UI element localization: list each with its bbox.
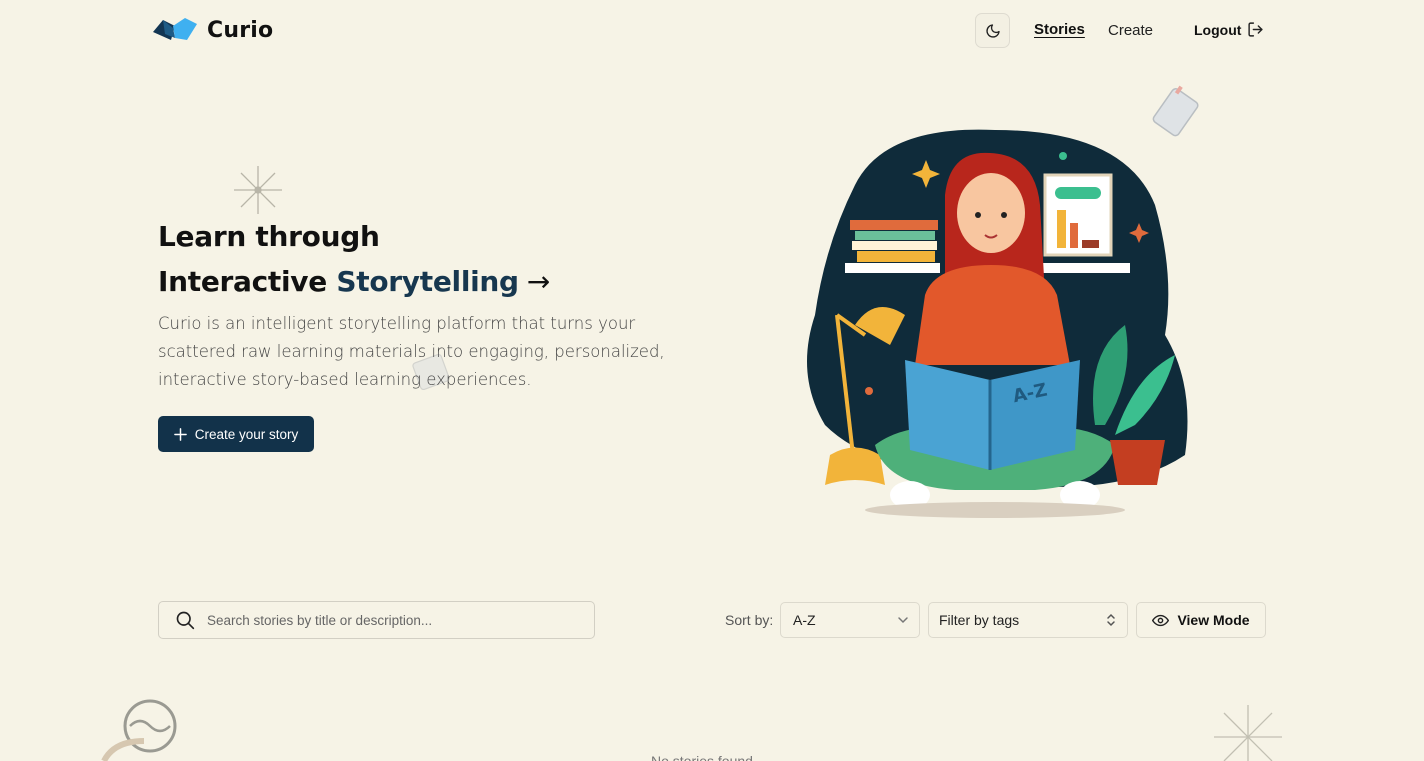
sort-label: Sort by: [725, 612, 774, 628]
create-story-button[interactable]: Create your story [158, 416, 314, 452]
arrow-right-icon: → [526, 265, 550, 298]
hero-title-accent: Storytelling [336, 265, 519, 298]
moon-icon [985, 23, 1000, 38]
hero-title-line2: Interactive Storytelling → [158, 259, 550, 304]
search-icon [176, 611, 195, 630]
page: Curio Stories Create Logout Learn throug… [0, 0, 1424, 761]
tag-filter-select[interactable]: Filter by tags [928, 602, 1128, 638]
brand-name: Curio [207, 17, 274, 43]
hero-description: Curio is an intelligent storytelling pla… [158, 314, 665, 389]
view-mode-label: View Mode [1177, 612, 1250, 628]
logo[interactable]: Curio [151, 16, 273, 44]
search-input[interactable] [207, 612, 567, 628]
view-mode-button[interactable]: View Mode [1136, 602, 1266, 638]
nav-stories-link[interactable]: Stories [1034, 21, 1085, 38]
sparkle-decoration-icon [1214, 705, 1282, 761]
plus-icon [173, 427, 187, 441]
sparkle-decoration-icon [234, 166, 282, 214]
reading-girl-illustration: A-Z [807, 129, 1188, 518]
eye-icon [1152, 614, 1170, 626]
hero-title-line1: Learn through [158, 220, 380, 253]
hero-title-plain: Interactive [158, 265, 327, 298]
sort-value: A-Z [793, 612, 816, 628]
logout-label: Logout [1194, 21, 1242, 38]
theme-toggle-button[interactable] [975, 13, 1010, 48]
search-box[interactable] [158, 601, 595, 639]
create-story-label: Create your story [194, 426, 299, 442]
tag-filter-label: Filter by tags [939, 612, 1020, 628]
globe-decoration-icon [101, 699, 177, 761]
logout-button[interactable]: Logout [1194, 21, 1264, 38]
book-logo-icon [153, 18, 197, 40]
sort-select[interactable]: A-Z [780, 602, 920, 638]
chevron-down-icon [898, 617, 908, 624]
chevron-up-down-icon [1107, 613, 1115, 627]
nav-create-link[interactable]: Create [1108, 22, 1153, 39]
hero-title: Learn through Interactive Storytelling → [158, 214, 550, 304]
logout-icon [1248, 22, 1264, 37]
empty-state-message: No stories found [651, 753, 753, 761]
